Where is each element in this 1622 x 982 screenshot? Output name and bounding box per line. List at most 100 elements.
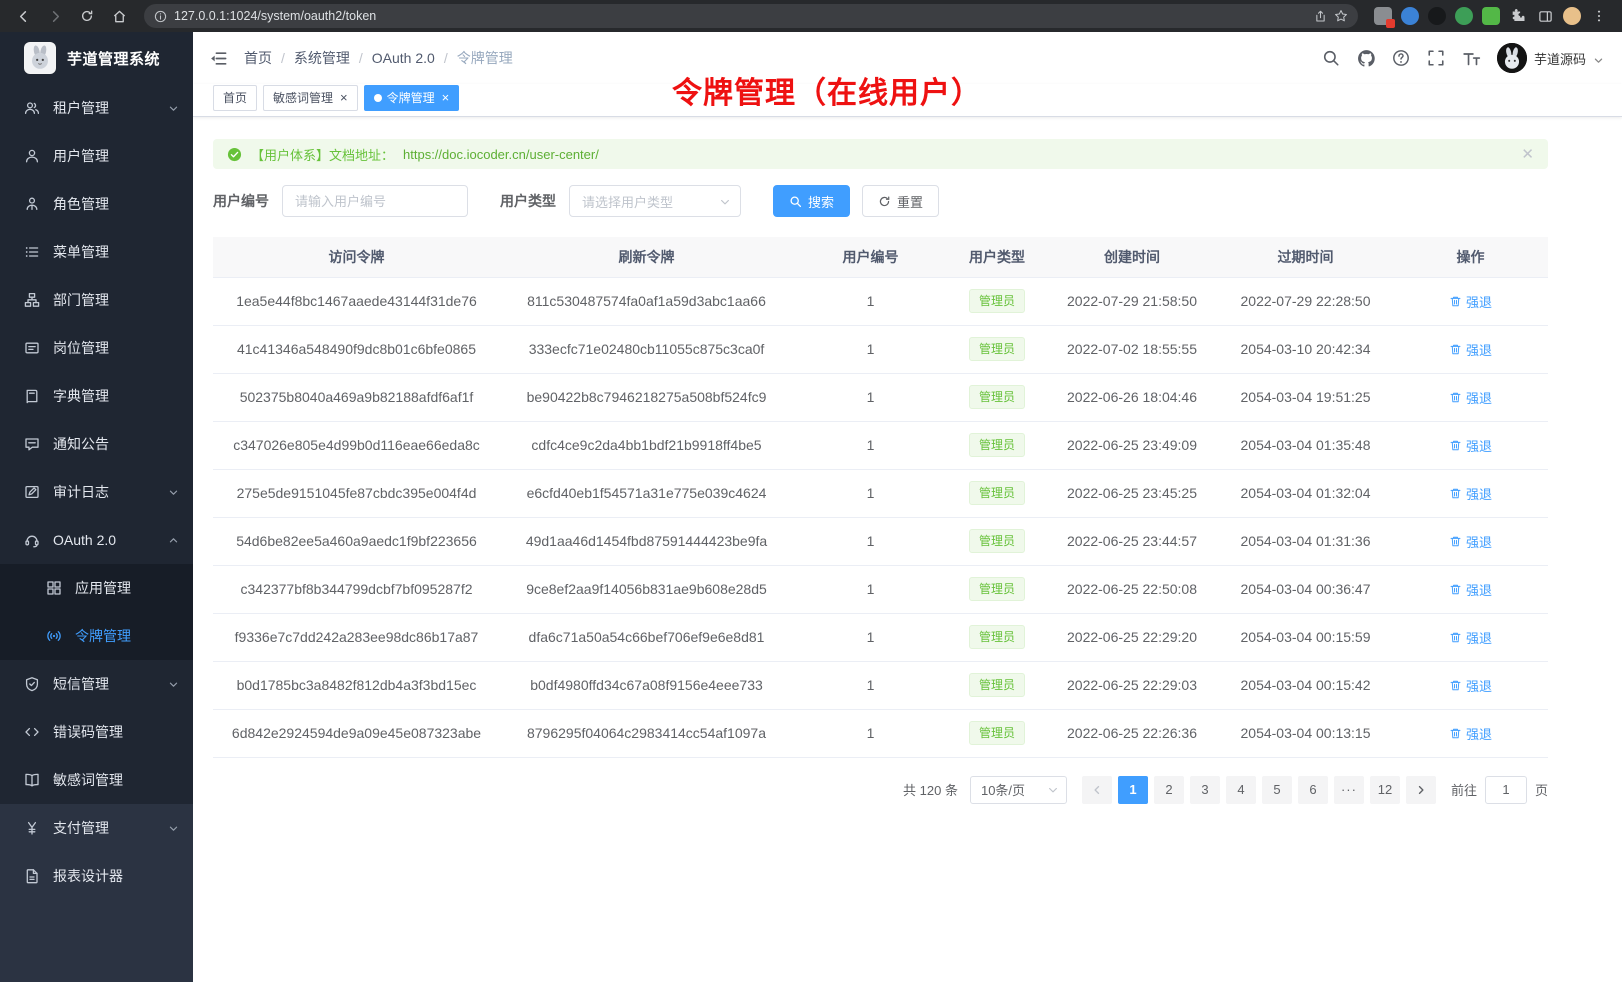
breadcrumb-item[interactable]: 系统管理 — [294, 48, 350, 68]
force-logout-button[interactable]: 强退 — [1449, 628, 1492, 647]
sidebar-item-audit-log[interactable]: 审计日志 — [0, 468, 193, 516]
user-type-cell: 管理员 — [948, 613, 1046, 661]
alert-close-icon[interactable]: ✕ — [1521, 147, 1534, 162]
sidebar-item-report[interactable]: 报表设计器 — [0, 852, 193, 900]
breadcrumb-item[interactable]: 首页 — [244, 48, 272, 68]
user-menu[interactable]: 芋道源码 — [1497, 43, 1604, 73]
user-id-cell: 1 — [793, 325, 948, 373]
force-logout-button[interactable]: 强退 — [1449, 532, 1492, 551]
sidebar-item-dict[interactable]: 字典管理 — [0, 372, 193, 420]
browser-reload-button[interactable] — [74, 3, 100, 29]
sidebar-item-pay[interactable]: 支付管理 — [0, 804, 193, 852]
expire-time-cell: 2054-03-04 19:51:25 — [1218, 373, 1393, 421]
extension-icon[interactable] — [1455, 7, 1473, 25]
share-icon[interactable] — [1314, 10, 1327, 23]
help-icon[interactable] — [1392, 49, 1410, 67]
tab-令牌管理[interactable]: 令牌管理× — [364, 85, 460, 111]
next-page-button[interactable] — [1406, 776, 1436, 804]
list-icon — [24, 244, 40, 260]
create-time-cell: 2022-06-25 22:50:08 — [1046, 565, 1218, 613]
sidebar-item-error-code[interactable]: 错误码管理 — [0, 708, 193, 756]
doc-link[interactable]: https://doc.iocoder.cn/user-center/ — [403, 147, 599, 162]
sidebar-item-sms[interactable]: 短信管理 — [0, 660, 193, 708]
force-logout-label: 强退 — [1466, 676, 1492, 695]
browser-profile-avatar[interactable] — [1563, 7, 1581, 25]
search-button[interactable]: 搜索 — [773, 185, 850, 217]
tab-close-icon[interactable]: × — [340, 91, 348, 104]
page-button-3[interactable]: 3 — [1190, 776, 1220, 804]
action-cell: 强退 — [1393, 517, 1548, 565]
force-logout-button[interactable]: 强退 — [1449, 292, 1492, 311]
url-text[interactable]: 127.0.0.1:1024/system/oauth2/token — [174, 9, 1307, 23]
page-button-12[interactable]: 12 — [1370, 776, 1400, 804]
sidebar-item-oauth2-token[interactable]: 令牌管理 — [0, 612, 193, 660]
prev-page-button[interactable] — [1082, 776, 1112, 804]
navbar-right: 芋道源码 — [1322, 43, 1604, 73]
site-info-icon[interactable] — [154, 10, 167, 23]
sidebar-item-oauth2[interactable]: OAuth 2.0 — [0, 516, 193, 564]
chevron-down-icon — [168, 679, 179, 690]
bookmark-star-icon[interactable] — [1334, 9, 1348, 23]
force-logout-button[interactable]: 强退 — [1449, 580, 1492, 599]
force-logout-button[interactable]: 强退 — [1449, 724, 1492, 743]
sidebar-item-notice[interactable]: 通知公告 — [0, 420, 193, 468]
chat-icon — [24, 436, 40, 452]
fullscreen-icon[interactable] — [1427, 49, 1445, 67]
extension-icon[interactable] — [1428, 7, 1446, 25]
extension-icon[interactable] — [1482, 7, 1500, 25]
create-time-cell: 2022-07-29 21:58:50 — [1046, 277, 1218, 325]
side-panel-icon[interactable] — [1536, 7, 1554, 25]
goto-page-input[interactable] — [1485, 776, 1527, 804]
sidebar-item-tenant[interactable]: 租户管理 — [0, 84, 193, 132]
tab-敏感词管理[interactable]: 敏感词管理× — [263, 85, 358, 111]
sidebar-item-label: 角色管理 — [53, 194, 109, 214]
table-row: 41c41346a548490f9dc8b01c6bfe0865333ecfc7… — [213, 325, 1548, 373]
sidebar-item-post[interactable]: 岗位管理 — [0, 324, 193, 372]
page-button-6[interactable]: 6 — [1298, 776, 1328, 804]
browser-menu-icon[interactable] — [1590, 7, 1608, 25]
sidebar-item-user[interactable]: 用户管理 — [0, 132, 193, 180]
force-logout-button[interactable]: 强退 — [1449, 340, 1492, 359]
extension-icon[interactable] — [1401, 7, 1419, 25]
github-icon[interactable] — [1357, 49, 1375, 67]
extension-icon[interactable] — [1374, 7, 1392, 25]
app-logo[interactable]: 芋道管理系统 — [0, 32, 193, 84]
tab-close-icon[interactable]: × — [442, 91, 450, 104]
browser-forward-button[interactable] — [42, 3, 68, 29]
user-type-badge: 管理员 — [969, 625, 1025, 650]
sidebar-item-oauth2-app[interactable]: 应用管理 — [0, 564, 193, 612]
sidebar-item-label: 令牌管理 — [75, 626, 131, 646]
user-id-input[interactable] — [282, 185, 468, 217]
sidebar-fold-icon[interactable] — [209, 49, 228, 68]
user-type-select[interactable]: 请选择用户类型 — [569, 185, 741, 217]
chevron-up-icon — [168, 535, 179, 546]
tab-首页[interactable]: 首页 — [213, 85, 257, 111]
force-logout-button[interactable]: 强退 — [1449, 484, 1492, 503]
force-logout-button[interactable]: 强退 — [1449, 676, 1492, 695]
page-button-2[interactable]: 2 — [1154, 776, 1184, 804]
page-size-select[interactable]: 10条/页 — [970, 776, 1067, 804]
address-bar[interactable]: 127.0.0.1:1024/system/oauth2/token — [144, 4, 1358, 28]
reset-button[interactable]: 重置 — [862, 185, 939, 217]
column-header: 刷新令牌 — [500, 237, 793, 277]
reload-icon — [80, 9, 94, 23]
force-logout-button[interactable]: 强退 — [1449, 436, 1492, 455]
pagination: 共 120 条 10条/页 123456···12 — [213, 758, 1548, 804]
sidebar-item-sensitive-word[interactable]: 敏感词管理 — [0, 756, 193, 804]
sidebar-item-dept[interactable]: 部门管理 — [0, 276, 193, 324]
force-logout-button[interactable]: 强退 — [1449, 388, 1492, 407]
font-size-icon[interactable] — [1462, 49, 1480, 67]
browser-back-button[interactable] — [10, 3, 36, 29]
sidebar-item-menu[interactable]: 菜单管理 — [0, 228, 193, 276]
page-button-1[interactable]: 1 — [1118, 776, 1148, 804]
search-icon[interactable] — [1322, 49, 1340, 67]
page-button-5[interactable]: 5 — [1262, 776, 1292, 804]
chevron-down-icon — [168, 103, 179, 114]
extensions-strip — [1370, 7, 1612, 25]
puzzle-extensions-icon[interactable] — [1509, 7, 1527, 25]
page-ellipsis[interactable]: ··· — [1334, 776, 1364, 804]
page-button-4[interactable]: 4 — [1226, 776, 1256, 804]
sidebar-item-role[interactable]: 角色管理 — [0, 180, 193, 228]
breadcrumb-item[interactable]: OAuth 2.0 — [372, 50, 435, 66]
browser-home-button[interactable] — [106, 3, 132, 29]
